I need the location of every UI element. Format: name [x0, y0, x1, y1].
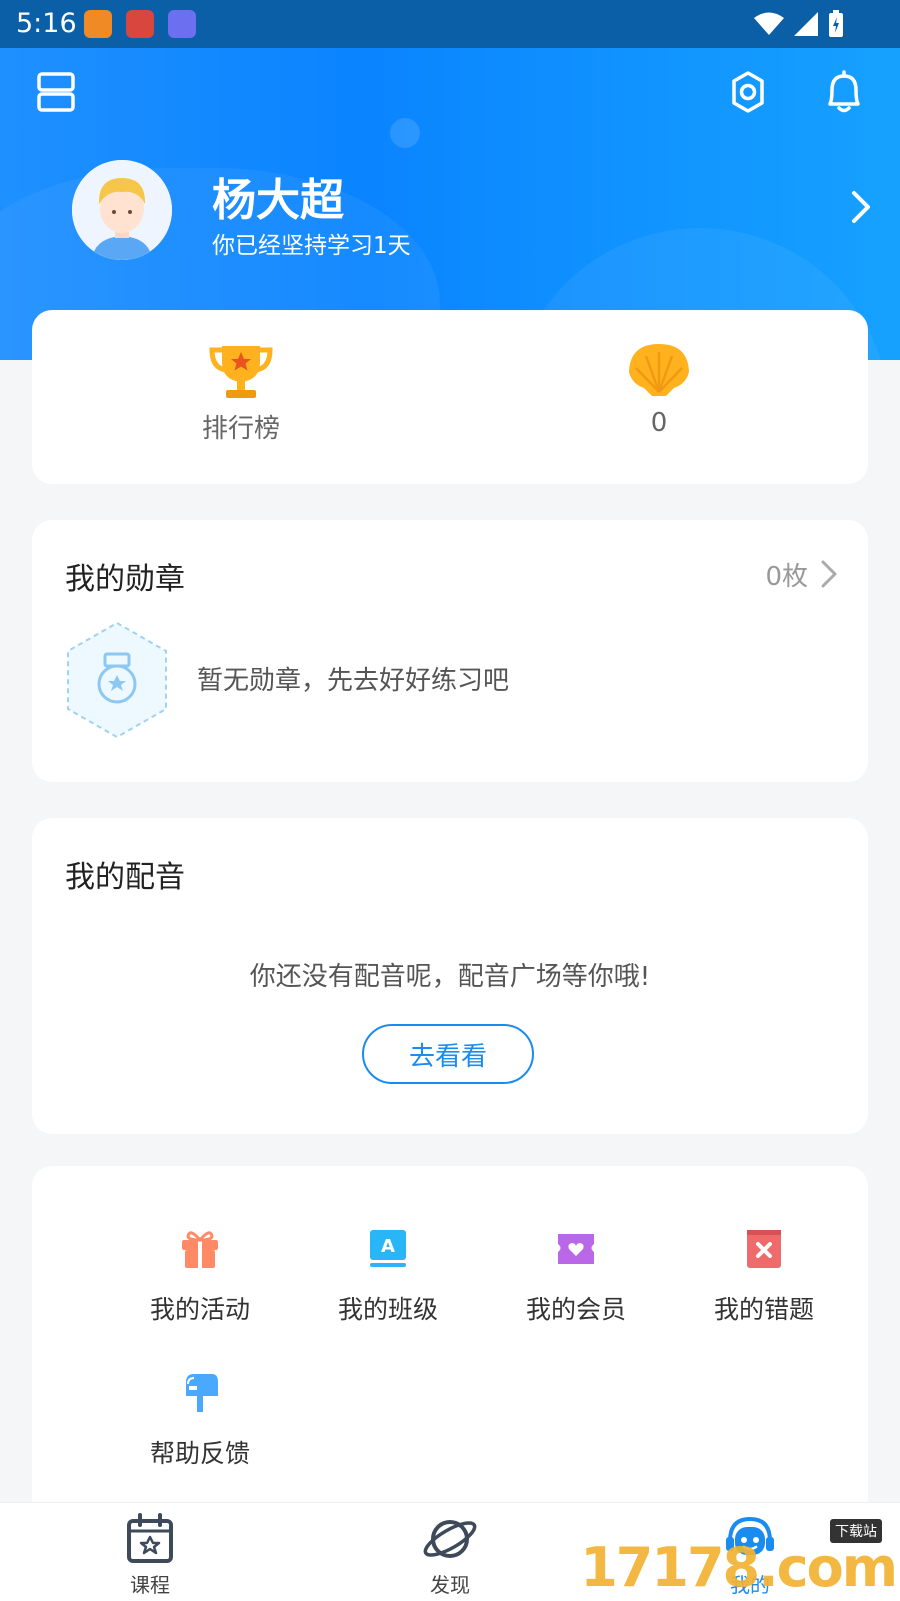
app-notification-icon — [84, 10, 112, 38]
dubbing-title: 我的配音 — [65, 860, 185, 895]
medals-empty-text: 暂无勋章，先去好好练习吧 — [197, 666, 510, 696]
status-app-icons — [84, 10, 196, 38]
grid-item-label: 我的错题 — [713, 1295, 814, 1324]
planet-icon — [423, 1520, 477, 1558]
calendar-star-icon — [127, 1513, 173, 1563]
notifications-button[interactable] — [820, 68, 868, 116]
feedback-mailbox-icon — [186, 1374, 218, 1412]
weibo-notification-icon — [126, 10, 154, 38]
tab-courses[interactable]: 课程 — [0, 1513, 300, 1598]
member-ticket-icon — [558, 1234, 594, 1264]
grid-item-label: 帮助反馈 — [149, 1439, 250, 1468]
shells-entry[interactable]: 0 — [450, 310, 868, 484]
settings-button[interactable] — [724, 68, 772, 116]
bird-notification-icon — [168, 10, 196, 38]
grid-item-label: 我的会员 — [525, 1295, 626, 1324]
menu-button[interactable] — [32, 68, 80, 116]
wrong-questions-item[interactable]: 我的错题 — [670, 1228, 858, 1348]
avatar[interactable] — [72, 160, 172, 260]
shell-icon — [629, 344, 689, 396]
profile-detail-button[interactable] — [850, 190, 872, 228]
class-icon: A — [370, 1230, 406, 1267]
medal-placeholder-icon — [67, 621, 167, 739]
grid-item-label: 我的班级 — [337, 1295, 438, 1324]
ranking-entry[interactable]: 排行榜 — [32, 310, 450, 484]
bottom-tab-bar: 课程 发现 我的 下载站 17178.com — [0, 1502, 900, 1601]
medals-more-button[interactable]: 0枚 — [732, 554, 842, 594]
wrong-questions-icon — [747, 1230, 781, 1268]
ranking-label: 排行榜 — [201, 414, 280, 444]
tab-label: 发现 — [430, 1573, 470, 1597]
chevron-right-icon — [852, 191, 870, 223]
go-to-dubbing-button[interactable]: 去看看 — [362, 1024, 534, 1084]
bell-icon — [828, 70, 860, 113]
stats-card: 排行榜 0 — [32, 310, 868, 484]
status-indicators — [754, 10, 844, 38]
study-streak-text: 你已经坚持学习1天 — [212, 233, 411, 259]
menu-icon — [37, 72, 75, 112]
help-feedback-item[interactable]: 帮助反馈 — [106, 1372, 294, 1492]
signal-icon — [794, 12, 818, 36]
my-class-item[interactable]: A 我的班级 — [294, 1228, 482, 1348]
avatar-boy-icon — [72, 160, 172, 260]
grid-item-label: 我的活动 — [149, 1295, 250, 1324]
my-membership-item[interactable]: 我的会员 — [482, 1228, 670, 1348]
gift-icon — [182, 1231, 218, 1268]
wifi-icon — [754, 12, 784, 35]
header-bubble-decoration — [390, 118, 420, 148]
dubbing-empty-text: 你还没有配音呢，配音广场等你哦! — [249, 962, 651, 992]
status-bar: 5:16 — [0, 0, 900, 48]
gear-icon — [732, 71, 764, 113]
chevron-right-icon — [821, 560, 837, 588]
watermark-logo: 17178.com — [580, 1536, 898, 1599]
svg-text:A: A — [381, 1236, 395, 1257]
dubbing-card: 我的配音 你还没有配音呢，配音广场等你哦! 去看看 — [32, 818, 868, 1134]
features-card: 我的活动 A 我的班级 我的会员 我的错题 帮助反馈 — [32, 1166, 868, 1546]
shells-count: 0 — [650, 408, 668, 438]
trophy-icon — [209, 346, 273, 398]
tab-label: 课程 — [130, 1573, 170, 1597]
medals-title: 我的勋章 — [65, 562, 185, 597]
medals-count: 0枚 — [765, 562, 808, 592]
my-activities-item[interactable]: 我的活动 — [106, 1228, 294, 1348]
user-name: 杨大超 — [212, 175, 344, 226]
status-time: 5:16 — [16, 8, 77, 39]
tab-discover[interactable]: 发现 — [300, 1513, 600, 1598]
medals-card: 我的勋章 0枚 暂无勋章，先去好好练习吧 — [32, 520, 868, 782]
battery-icon — [829, 10, 843, 37]
